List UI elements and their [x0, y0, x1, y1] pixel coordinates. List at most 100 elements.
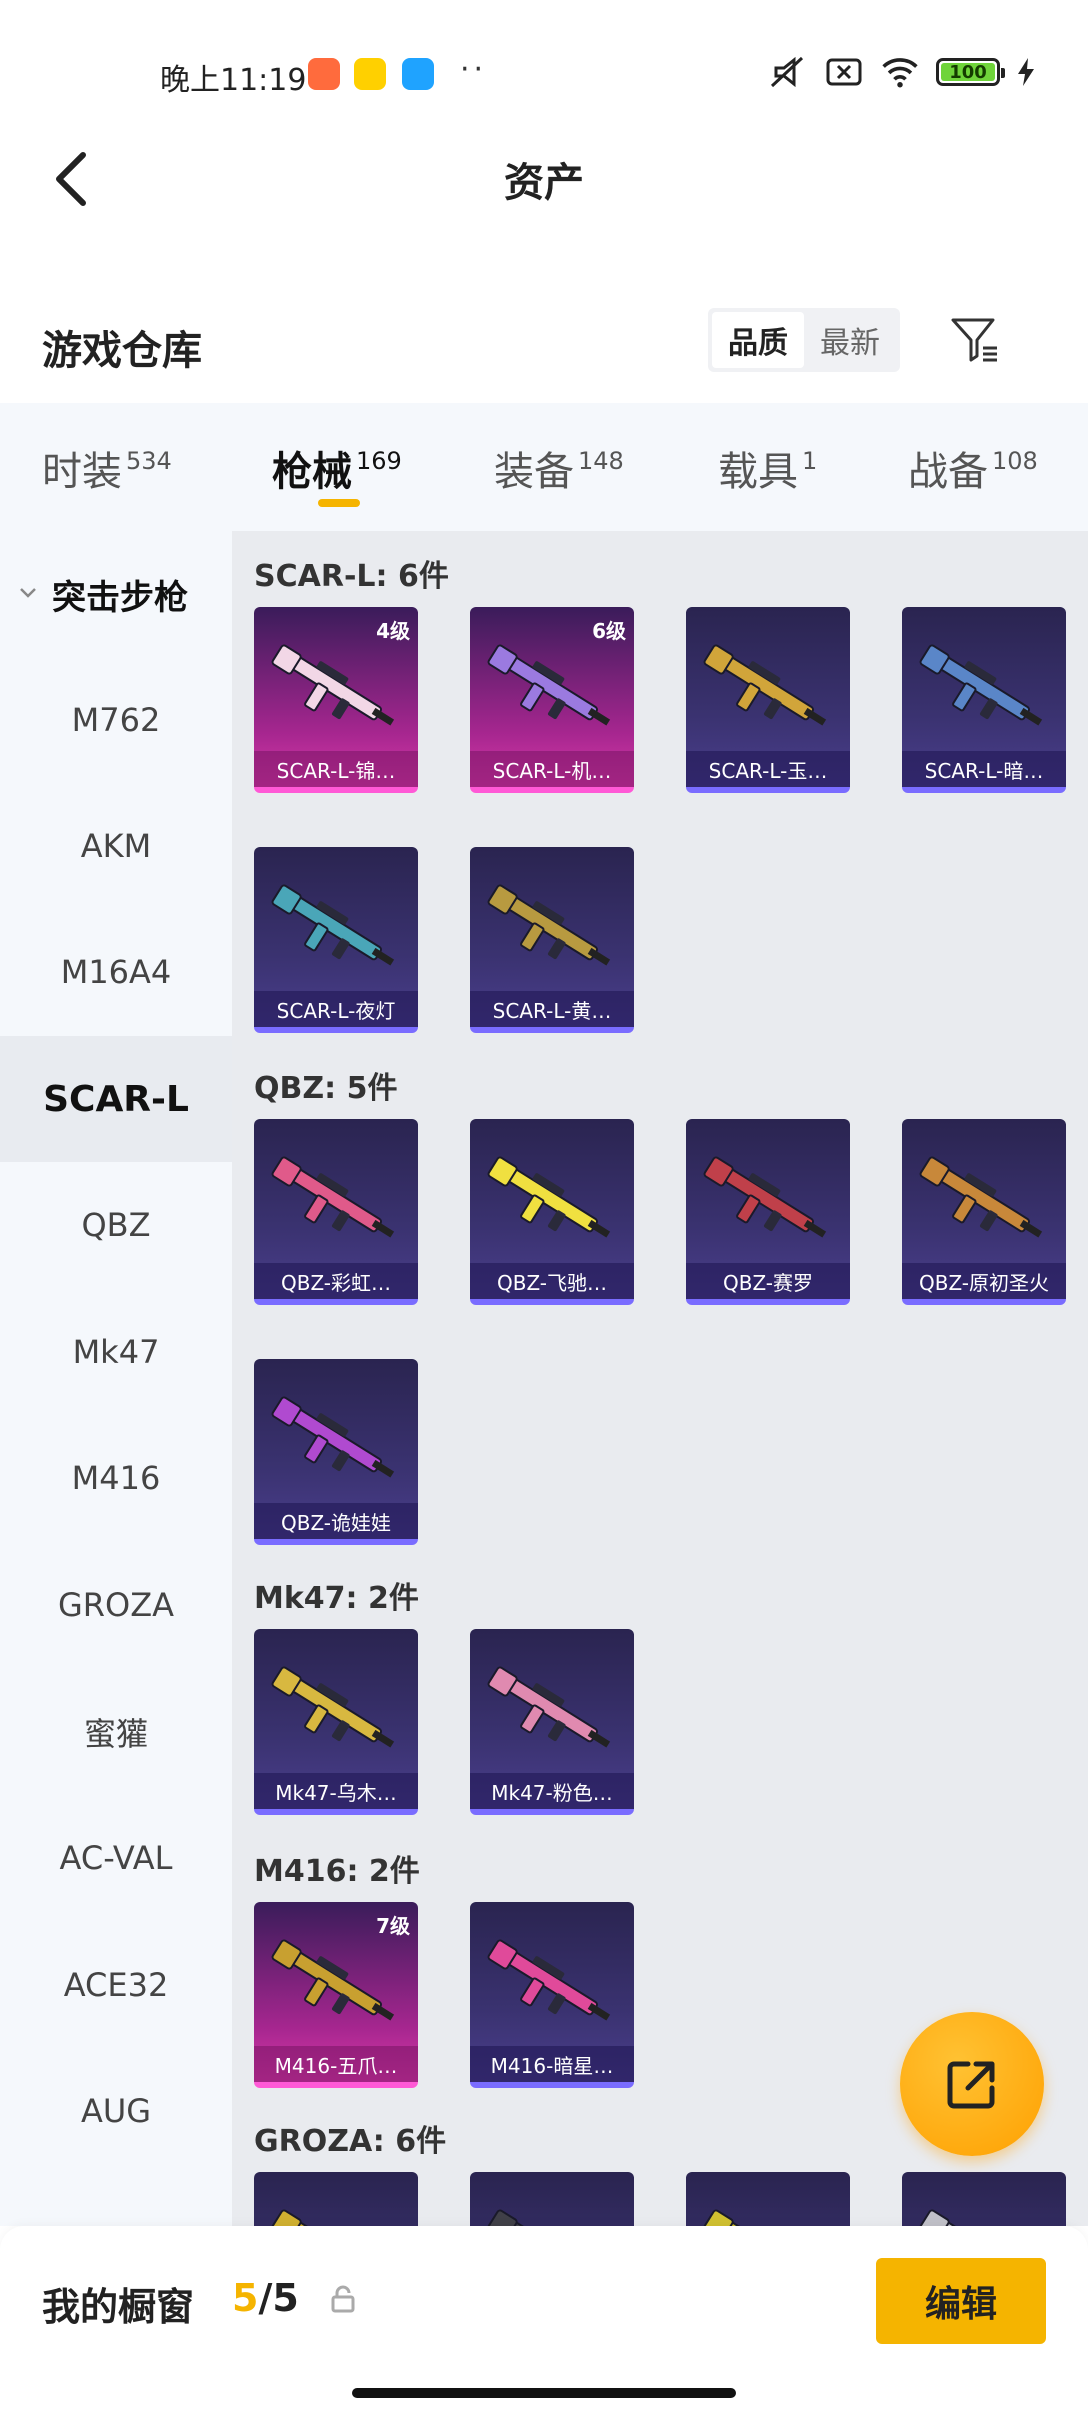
skin-level-badge: 7级: [376, 1914, 410, 1938]
weapon-skin-card[interactable]: 6级 SCAR-L-机…: [470, 607, 634, 793]
weapon-skin-card[interactable]: QBZ-彩虹…: [254, 1119, 418, 1305]
weapon-skin-card[interactable]: SCAR-L-黄…: [470, 847, 634, 1033]
gun-skin-image: [271, 1396, 395, 1478]
sort-quality-button[interactable]: 品质: [712, 312, 804, 368]
weapon-skin-card[interactable]: SCAR-L-玉…: [686, 607, 850, 793]
skin-level-badge: 6级: [592, 619, 626, 643]
tab-count: 148: [578, 447, 624, 475]
weapon-skin-card[interactable]: [470, 2172, 634, 2226]
notification-app-icon: [402, 58, 434, 90]
sidebar-item-honey-badger[interactable]: 蜜獾: [0, 1669, 232, 1795]
gun-skin-image: [271, 2209, 382, 2226]
tab-count: 108: [992, 447, 1038, 475]
weapon-group-label: QBZ: 5件: [254, 1071, 398, 1106]
share-button[interactable]: [900, 2012, 1044, 2156]
filter-icon: [951, 318, 997, 362]
sidebar-item-m16a4[interactable]: M16A4: [0, 909, 232, 1035]
skin-name: SCAR-L-夜灯: [254, 991, 418, 1027]
weapon-group-label: M416: 2件: [254, 1854, 420, 1889]
sidebar-item-mk47[interactable]: Mk47: [0, 1289, 232, 1415]
skin-name: SCAR-L-黄…: [470, 991, 634, 1027]
skin-name: SCAR-L-机…: [470, 751, 634, 787]
weapon-skin-card[interactable]: QBZ-飞驰…: [470, 1119, 634, 1305]
weapon-skin-card[interactable]: 7级 M416-五爪…: [254, 1902, 418, 2088]
sidebar-item-qbz[interactable]: QBZ: [0, 1162, 232, 1288]
skin-name: SCAR-L-玉…: [686, 751, 850, 787]
warehouse-header: 游戏仓库 品质 最新: [0, 290, 1088, 390]
share-external-icon: [947, 2061, 995, 2109]
sim-off-icon: [824, 52, 864, 92]
edit-button[interactable]: 编辑: [876, 2258, 1046, 2344]
sort-toggle: 品质 最新: [708, 308, 900, 372]
skin-name: M416-五爪…: [254, 2046, 418, 2082]
category-tabs: 时装 534 枪械 169 装备 148 载具 1 战备 108: [0, 403, 1088, 531]
sort-newest-button[interactable]: 最新: [804, 312, 896, 368]
gun-skin-image: [271, 1939, 395, 2021]
weapon-skin-card[interactable]: [686, 2172, 850, 2226]
gun-skin-image: [271, 1666, 395, 1748]
sidebar-item-scar-l[interactable]: SCAR-L: [0, 1036, 232, 1162]
weapon-skin-card[interactable]: Mk47-乌木…: [254, 1629, 418, 1815]
chevron-down-icon: [20, 588, 36, 598]
warehouse-title: 游戏仓库: [42, 328, 202, 374]
page-title: 资产: [504, 160, 584, 206]
skin-name: SCAR-L-暗…: [902, 751, 1066, 787]
weapon-skin-card[interactable]: SCAR-L-暗…: [902, 607, 1066, 793]
sidebar-group-assault-rifles[interactable]: 突击步枪: [0, 531, 232, 657]
notification-app-icon: [308, 58, 340, 90]
weapon-group-label: Mk47: 2件: [254, 1581, 419, 1616]
tab-vehicles[interactable]: 载具 1: [718, 439, 817, 497]
gun-skin-image: [271, 884, 395, 966]
sidebar-item-akm[interactable]: AKM: [0, 783, 232, 909]
showcase-label: 我的橱窗: [42, 2285, 195, 2329]
gun-skin-image: [487, 644, 611, 726]
weapon-skin-card[interactable]: 4级 SCAR-L-锦…: [254, 607, 418, 793]
skin-level-badge: 4级: [376, 619, 410, 643]
weapon-skin-card[interactable]: M416-暗星…: [470, 1902, 634, 2088]
sidebar-item-ace32[interactable]: ACE32: [0, 1922, 232, 2048]
weapon-skin-card[interactable]: QBZ-原初圣火: [902, 1119, 1066, 1305]
weapon-skin-card[interactable]: [902, 2172, 1066, 2226]
sidebar-item-m762[interactable]: M762: [0, 657, 232, 783]
gun-skin-image: [703, 644, 827, 726]
gun-skin-image: [703, 2209, 814, 2226]
home-indicator: [352, 2388, 736, 2398]
tab-guns[interactable]: 枪械 169: [272, 439, 402, 497]
more-notifications-icon: ··: [460, 52, 488, 87]
showcase-count: 5/5: [232, 2276, 299, 2320]
weapon-skin-card[interactable]: QBZ-赛罗: [686, 1119, 850, 1305]
charging-icon: [1016, 52, 1036, 92]
tab-equipment[interactable]: 装备 148: [494, 439, 624, 497]
gun-skin-image: [487, 2209, 598, 2226]
skin-name: QBZ-赛罗: [686, 1263, 850, 1299]
weapon-skin-card[interactable]: [254, 2172, 418, 2226]
skin-name: Mk47-粉色…: [470, 1773, 634, 1809]
sidebar-item-ac-val[interactable]: AC-VAL: [0, 1795, 232, 1921]
battery-icon: 100: [936, 58, 1005, 86]
tab-combat-supplies[interactable]: 战备 108: [908, 439, 1038, 497]
weapon-group-label: GROZA: 6件: [254, 2124, 447, 2159]
weapon-skin-card[interactable]: SCAR-L-夜灯: [254, 847, 418, 1033]
tab-count: 1: [802, 447, 818, 475]
gun-skin-image: [487, 1156, 611, 1238]
sidebar-item-groza[interactable]: GROZA: [0, 1542, 232, 1668]
sidebar-item-aug[interactable]: AUG: [0, 2048, 232, 2174]
weapon-skin-card[interactable]: Mk47-粉色…: [470, 1629, 634, 1815]
weapon-skin-card[interactable]: QBZ-诡娃娃: [254, 1359, 418, 1545]
gun-skin-image: [703, 1156, 827, 1238]
sidebar-item-m416[interactable]: M416: [0, 1415, 232, 1541]
skin-name: Mk47-乌木…: [254, 1773, 418, 1809]
tab-fashion[interactable]: 时装 534: [42, 439, 172, 497]
mute-icon: [768, 52, 808, 92]
weapon-group-label: SCAR-L: 6件: [254, 559, 449, 594]
skin-name: SCAR-L-锦…: [254, 751, 418, 787]
skin-name: QBZ-原初圣火: [902, 1263, 1066, 1299]
gun-skin-image: [271, 644, 395, 726]
gun-skin-image: [487, 1666, 611, 1748]
weapon-sidebar: 突击步枪 M762 AKM M16A4 SCAR-L QBZ Mk47 M416…: [0, 531, 232, 2226]
gun-skin-image: [487, 1939, 611, 2021]
filter-button[interactable]: [945, 310, 1005, 370]
status-time: 晚上11:19: [160, 63, 307, 98]
showcase-bar: 我的橱窗 5/5 编辑: [0, 2226, 1088, 2417]
skin-name: M416-暗星…: [470, 2046, 634, 2082]
